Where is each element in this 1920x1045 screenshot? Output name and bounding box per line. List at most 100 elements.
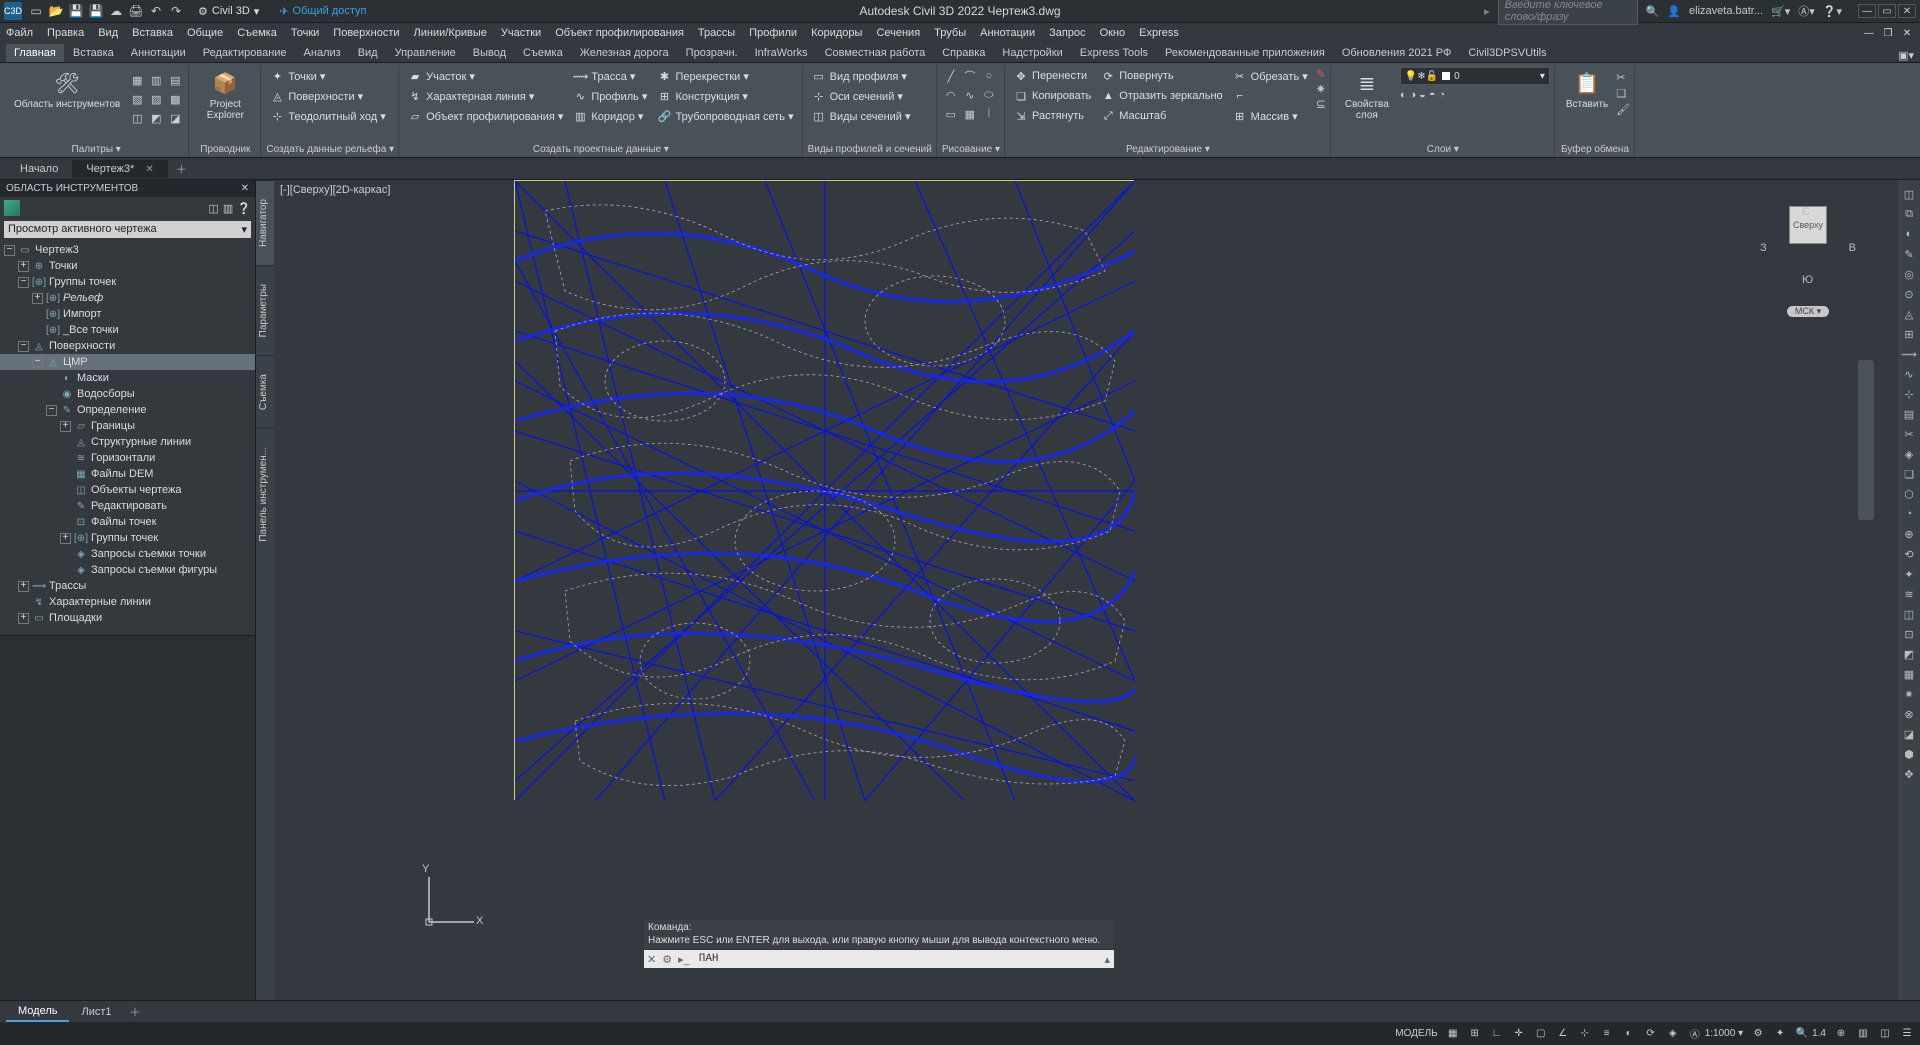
panel-title[interactable]: Палитры ▾ (8, 142, 184, 155)
expand-icon[interactable]: + (18, 581, 29, 592)
rt-icon[interactable]: ◫ (1901, 186, 1917, 202)
qat-undo-icon[interactable]: ↶ (148, 3, 164, 19)
expand-icon[interactable]: + (60, 421, 71, 432)
qat-opencloud-icon[interactable]: ☁ (108, 3, 124, 19)
ribbon-tab[interactable]: Анализ (296, 44, 349, 62)
grading-button[interactable]: ▱Объект профилирования ▾ (404, 107, 567, 125)
parcel-button[interactable]: ▰Участок ▾ (404, 67, 567, 85)
ribbon-tab[interactable]: Съемка (515, 44, 571, 62)
model-viewport[interactable]: [-][Сверху][2D-каркас] (274, 180, 1898, 1000)
menu-item[interactable]: Вид (98, 27, 118, 39)
lwt-icon[interactable]: ≡ (1600, 1027, 1614, 1041)
project-explorer-button[interactable]: 📦 Project Explorer (194, 67, 256, 123)
drawing-canvas[interactable] (514, 180, 1134, 800)
paste-button[interactable]: 📋 Вставить (1560, 67, 1614, 112)
ribbon-tab[interactable]: Аннотации (123, 44, 194, 62)
ribbon-tab[interactable]: Рекомендованные приложения (1157, 44, 1333, 62)
panel-title[interactable]: Создать проектные данные ▾ (404, 142, 798, 155)
workspace-switcher[interactable]: ⚙ Civil 3D ▾ (198, 5, 259, 18)
tree-node[interactable]: ◈Запросы съемки точки (0, 546, 255, 562)
scale-button[interactable]: ⤢Масштаб (1097, 107, 1226, 125)
file-tab[interactable]: Начало (6, 160, 72, 178)
rt-icon[interactable]: ✎ (1901, 246, 1917, 262)
ribbon-tab[interactable]: Железная дорога (572, 44, 677, 62)
circle-icon[interactable]: ○ (980, 67, 998, 85)
samplelines-button[interactable]: ⊹Оси сечений ▾ (808, 87, 915, 105)
grid-icon[interactable]: ▦ (1446, 1027, 1460, 1041)
menu-item[interactable]: Трассы (698, 27, 735, 39)
stretch-button[interactable]: ⇲Растянуть (1010, 107, 1095, 125)
erase-icon[interactable]: ✎ (1316, 67, 1326, 81)
tree-node[interactable]: [⊕]Импорт (0, 306, 255, 322)
file-tab[interactable]: Чертеж3* ✕ (72, 160, 167, 178)
tree-node[interactable]: +[⊕]Группы точек (0, 530, 255, 546)
qat-redo-icon[interactable]: ↷ (168, 3, 184, 19)
cmd-recent-icon[interactable]: ▴ (1100, 953, 1114, 966)
help-icon[interactable]: ❔ (237, 202, 251, 215)
anno-scale[interactable]: Ⓐ1:1000 ▾ (1688, 1027, 1743, 1041)
expand-icon[interactable]: − (32, 357, 43, 368)
hatch-icon[interactable]: ▦ (961, 105, 979, 123)
profileview-button[interactable]: ▭Вид профиля ▾ (808, 67, 915, 85)
palette-icon[interactable]: ▧ (128, 90, 146, 108)
palette-icon[interactable]: ◪ (166, 109, 184, 127)
rt-icon[interactable]: ◪ (1901, 726, 1917, 742)
expand-icon[interactable]: + (18, 613, 29, 624)
tree-node[interactable]: +⊕Точки (0, 258, 255, 274)
command-line[interactable]: ✕ ⚙ ▸_ ПАН ▴ (644, 950, 1114, 968)
expand-icon[interactable]: − (18, 341, 29, 352)
side-tab[interactable]: Параметры (256, 265, 274, 355)
layer-tool-icon[interactable]: ◐ (1400, 89, 1407, 101)
menu-item[interactable]: Поверхности (333, 27, 399, 39)
toolspace-button[interactable]: 🛠 Область инструментов (8, 67, 126, 112)
expand-icon[interactable]: − (18, 277, 29, 288)
fillet-button[interactable]: ⌐ (1229, 87, 1312, 105)
rt-icon[interactable]: ▦ (1901, 666, 1917, 682)
palette-icon[interactable]: ▥ (147, 71, 165, 89)
layer-tool-icon[interactable]: ◔ (1438, 89, 1445, 101)
ribbon-tab[interactable]: Обновления 2021 РФ (1334, 44, 1460, 62)
menu-item[interactable]: Коридоры (811, 27, 862, 39)
trim-button[interactable]: ✂Обрезать ▾ (1229, 67, 1312, 85)
layer-tool-icon[interactable]: ◑ (1410, 89, 1417, 101)
tree-node[interactable]: −✎Определение (0, 402, 255, 418)
qat-plot-icon[interactable]: 🖨 (128, 3, 144, 19)
ribbon-tab[interactable]: Прозрачн. (678, 44, 746, 62)
expand-icon[interactable]: + (18, 261, 29, 272)
menu-item[interactable]: Профили (749, 27, 797, 39)
rt-icon[interactable]: ⬢ (1901, 746, 1917, 762)
pline-icon[interactable]: ⌒ (961, 67, 979, 85)
autodesk-app-icon[interactable]: Ⓐ▾ (1798, 3, 1815, 19)
ellipse-icon[interactable]: ⬭ (980, 86, 998, 104)
array-button[interactable]: ⊞Массив ▾ (1229, 107, 1312, 125)
dyn-icon[interactable]: ⊹ (1578, 1027, 1592, 1041)
wcs-button[interactable]: МСК ▾ (1787, 306, 1829, 317)
palette-icon[interactable]: ▤ (166, 71, 184, 89)
ts-tool-icon[interactable]: ▥ (223, 202, 233, 215)
panel-title[interactable]: Редактирование ▾ (1010, 142, 1326, 155)
panel-title[interactable]: Создать данные рельефа ▾ (266, 142, 394, 155)
ribbon-tab[interactable]: Civil3DPSVUtils (1460, 44, 1554, 62)
points-button[interactable]: ✦Точки ▾ (266, 67, 389, 85)
sectionviews-button[interactable]: ◫Виды сечений ▾ (808, 107, 915, 125)
close-icon[interactable]: ✕ (145, 164, 153, 175)
ribbon-tab[interactable]: Управление (387, 44, 464, 62)
tree-node[interactable]: −◬Поверхности (0, 338, 255, 354)
line-icon[interactable]: ╱ (942, 67, 960, 85)
expand-icon[interactable]: + (60, 533, 71, 544)
tree-node[interactable]: ◬Структурные линии (0, 434, 255, 450)
move-button[interactable]: ✥Перенести (1010, 67, 1095, 85)
panel-title[interactable]: Слои ▾ (1336, 142, 1550, 155)
layer-tool-icon[interactable]: ◓ (1429, 89, 1436, 101)
ribbon-tab[interactable]: Вид (350, 44, 386, 62)
palette-icon[interactable]: ◫ (128, 109, 146, 127)
rt-icon[interactable]: ⊡ (1901, 626, 1917, 642)
menu-item[interactable]: Express (1139, 27, 1179, 39)
tree-node[interactable]: ↯Характерные линии (0, 594, 255, 610)
model-space-button[interactable]: МОДЕЛЬ (1395, 1028, 1437, 1039)
tree-node[interactable]: ✎Редактировать (0, 498, 255, 514)
menu-item[interactable]: Точки (291, 27, 319, 39)
menu-item[interactable]: Общие (187, 27, 223, 39)
doc-close-button[interactable]: ✕ (1900, 26, 1914, 40)
otrack-icon[interactable]: ∠ (1556, 1027, 1570, 1041)
